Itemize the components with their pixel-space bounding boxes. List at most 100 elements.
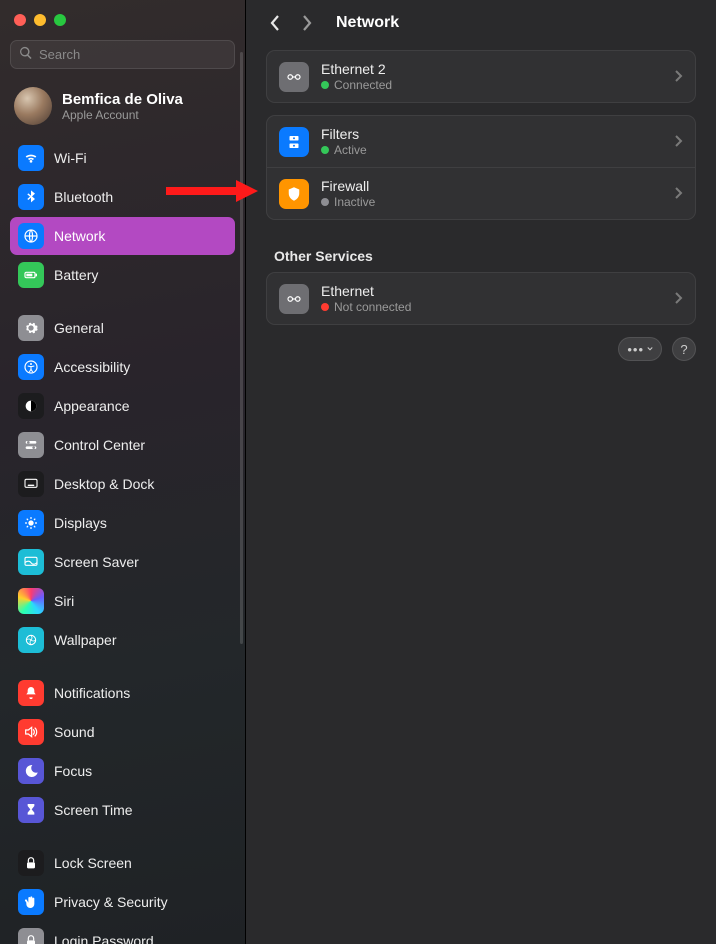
- sidebar-item-login-password[interactable]: Login Password: [10, 922, 235, 944]
- status-dot: [321, 198, 329, 206]
- sidebar-item-accessibility[interactable]: Accessibility: [10, 348, 235, 386]
- wallpaper-icon: [18, 627, 44, 653]
- search-input[interactable]: [39, 47, 226, 62]
- sidebar-item-label: General: [54, 320, 104, 336]
- other-services-header: Other Services: [266, 232, 696, 272]
- sidebar-scrollbar[interactable]: [240, 52, 243, 644]
- network-services-card: Ethernet 2 Connected: [266, 50, 696, 103]
- sidebar-item-battery[interactable]: Battery: [10, 256, 235, 294]
- search-field[interactable]: [10, 40, 235, 69]
- sidebar-item-siri[interactable]: Siri: [10, 582, 235, 620]
- sidebar-item-label: Focus: [54, 763, 92, 779]
- sidebar-item-sound[interactable]: Sound: [10, 713, 235, 751]
- sidebar-item-label: Control Center: [54, 437, 145, 453]
- gear-icon: [18, 315, 44, 341]
- apple-account-row[interactable]: Bemfica de Oliva Apple Account: [10, 83, 235, 139]
- sidebar-item-notifications[interactable]: Notifications: [10, 674, 235, 712]
- sidebar-item-label: Privacy & Security: [54, 894, 168, 910]
- sidebar-item-appearance[interactable]: Appearance: [10, 387, 235, 425]
- topbar: Network: [266, 14, 696, 32]
- service-row-ethernet2[interactable]: Ethernet 2 Connected: [267, 51, 695, 102]
- sidebar-item-label: Wi-Fi: [54, 150, 87, 166]
- sidebar-item-wifi[interactable]: Wi-Fi: [10, 139, 235, 177]
- bluetooth-icon: [18, 184, 44, 210]
- service-status: Connected: [334, 78, 392, 92]
- sidebar-item-control-center[interactable]: Control Center: [10, 426, 235, 464]
- service-title: Ethernet 2: [321, 61, 663, 77]
- chevron-right-icon: [675, 69, 683, 85]
- network-settings-card: Filters Active Firewall Inactive: [266, 115, 696, 220]
- chevron-right-icon: [675, 134, 683, 150]
- service-status: Inactive: [334, 195, 375, 209]
- account-sub: Apple Account: [62, 108, 183, 122]
- sound-icon: [18, 719, 44, 745]
- account-name: Bemfica de Oliva: [62, 91, 183, 108]
- battery-icon: [18, 262, 44, 288]
- sidebar: Bemfica de Oliva Apple Account Wi-Fi Blu…: [0, 0, 246, 944]
- status-dot: [321, 81, 329, 89]
- displays-icon: [18, 510, 44, 536]
- wifi-icon: [18, 145, 44, 171]
- sidebar-item-label: Sound: [54, 724, 94, 740]
- more-actions-button[interactable]: •••: [618, 337, 662, 361]
- other-services-card: Ethernet Not connected: [266, 272, 696, 325]
- sidebar-item-label: Screen Time: [54, 802, 133, 818]
- sidebar-item-screen-time[interactable]: Screen Time: [10, 791, 235, 829]
- window-controls: [10, 10, 235, 40]
- network-icon: [18, 223, 44, 249]
- sidebar-item-focus[interactable]: Focus: [10, 752, 235, 790]
- status-dot: [321, 146, 329, 154]
- sidebar-item-label: Screen Saver: [54, 554, 139, 570]
- sidebar-item-label: Displays: [54, 515, 107, 531]
- sidebar-item-lock-screen[interactable]: Lock Screen: [10, 844, 235, 882]
- service-status: Not connected: [334, 300, 411, 314]
- moon-icon: [18, 758, 44, 784]
- main-panel: Network Ethernet 2 Connected Filters Act…: [246, 0, 716, 944]
- siri-icon: [18, 588, 44, 614]
- sidebar-item-screen-saver[interactable]: Screen Saver: [10, 543, 235, 581]
- hand-icon: [18, 889, 44, 915]
- desktop-dock-icon: [18, 471, 44, 497]
- service-title: Ethernet: [321, 283, 663, 299]
- sidebar-item-bluetooth[interactable]: Bluetooth: [10, 178, 235, 216]
- filters-icon: [279, 127, 309, 157]
- avatar: [14, 87, 52, 125]
- ethernet-icon: [279, 284, 309, 314]
- ethernet-icon: [279, 62, 309, 92]
- chevron-down-icon: [647, 346, 653, 352]
- service-title: Firewall: [321, 178, 663, 194]
- screen-saver-icon: [18, 549, 44, 575]
- sidebar-item-network[interactable]: Network: [10, 217, 235, 255]
- sidebar-item-label: Bluetooth: [54, 189, 113, 205]
- control-center-icon: [18, 432, 44, 458]
- sidebar-item-label: Siri: [54, 593, 74, 609]
- sidebar-item-displays[interactable]: Displays: [10, 504, 235, 542]
- service-row-firewall[interactable]: Firewall Inactive: [267, 167, 695, 219]
- service-row-ethernet[interactable]: Ethernet Not connected: [267, 273, 695, 324]
- forward-button[interactable]: [298, 14, 316, 32]
- minimize-window-button[interactable]: [34, 14, 46, 26]
- sidebar-item-desktop-dock[interactable]: Desktop & Dock: [10, 465, 235, 503]
- service-row-filters[interactable]: Filters Active: [267, 116, 695, 167]
- sidebar-item-label: Notifications: [54, 685, 130, 701]
- close-window-button[interactable]: [14, 14, 26, 26]
- sidebar-item-label: Appearance: [54, 398, 130, 414]
- sidebar-item-wallpaper[interactable]: Wallpaper: [10, 621, 235, 659]
- help-label: ?: [680, 342, 687, 357]
- service-title: Filters: [321, 126, 663, 142]
- footer-actions: ••• ?: [266, 337, 696, 361]
- sidebar-item-label: Battery: [54, 267, 98, 283]
- sidebar-item-general[interactable]: General: [10, 309, 235, 347]
- sidebar-item-label: Login Password: [54, 933, 154, 944]
- help-button[interactable]: ?: [672, 337, 696, 361]
- lock-icon: [18, 928, 44, 944]
- back-button[interactable]: [266, 14, 284, 32]
- sidebar-item-label: Lock Screen: [54, 855, 132, 871]
- chevron-right-icon: [675, 291, 683, 307]
- fullscreen-window-button[interactable]: [54, 14, 66, 26]
- page-title: Network: [336, 14, 399, 32]
- firewall-icon: [279, 179, 309, 209]
- search-icon: [19, 46, 39, 63]
- status-dot: [321, 303, 329, 311]
- sidebar-item-privacy-security[interactable]: Privacy & Security: [10, 883, 235, 921]
